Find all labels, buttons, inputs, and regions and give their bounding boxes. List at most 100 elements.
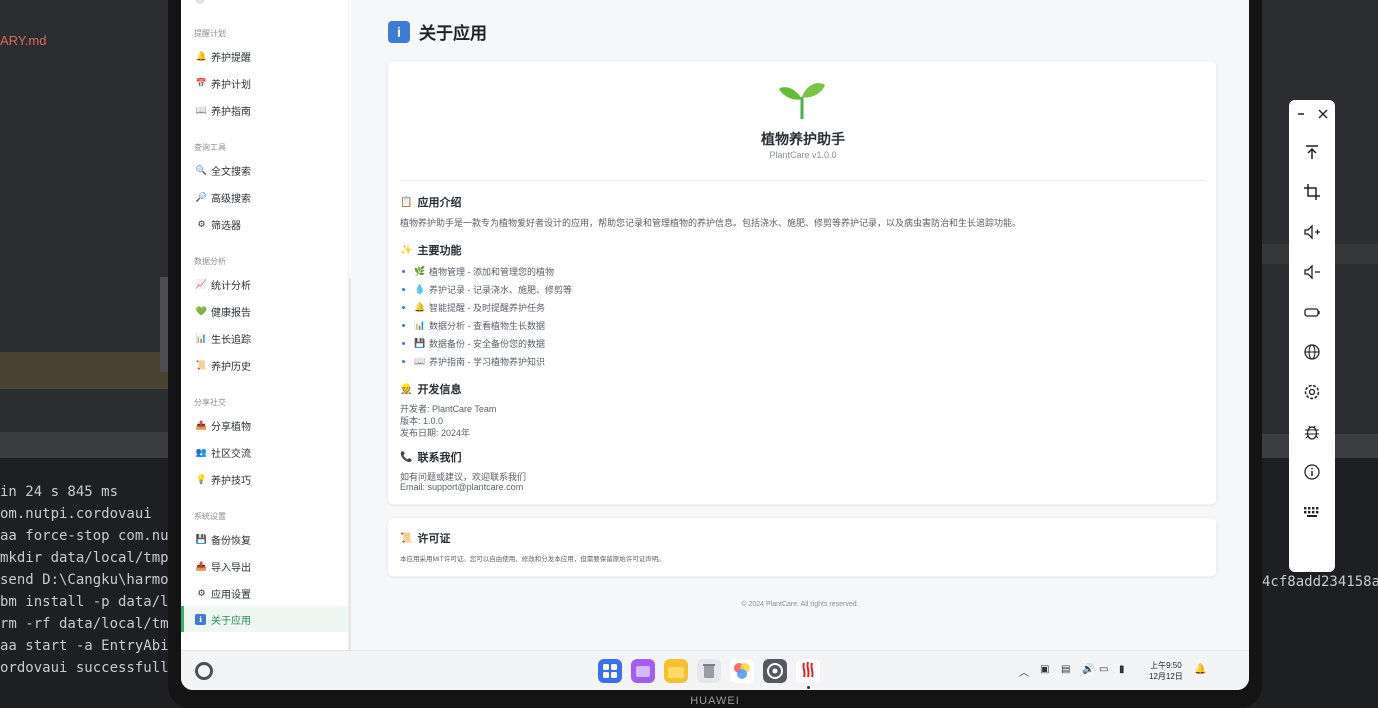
pin-top-button[interactable] — [1300, 140, 1324, 164]
terminal-line: mkdir data/local/tmp — [0, 550, 169, 566]
settings-icon[interactable] — [763, 659, 787, 683]
footer-copyright: © 2024 PlantCare. All rights reserved. — [741, 601, 859, 608]
license-heading: 📜 许可证 — [400, 530, 450, 546]
main-content: i 关于应用 植物养护助手 PlantCare v1.0.0 📋 应用介绍 植物… — [351, 0, 1249, 650]
crop-icon — [1304, 184, 1320, 200]
power-button[interactable] — [1300, 300, 1324, 324]
sidebar-item-care-tips[interactable]: 💡 养护技巧 — [181, 466, 348, 492]
minimize-icon[interactable] — [1296, 109, 1306, 119]
globe-icon — [1304, 344, 1320, 360]
ide-terminal-header — [0, 432, 170, 458]
info-icon: ℹ — [195, 613, 206, 625]
sidebar-section-title: 提醒计划 — [194, 29, 226, 38]
feature-text: 数据备份 - 安全备份您的数据 — [429, 339, 545, 349]
sidebar-item-label: 养护技巧 — [211, 475, 251, 487]
contact-email[interactable]: Email: support@plantcare.com — [400, 482, 523, 492]
bullet — [402, 306, 405, 309]
page-title-text: 关于应用 — [419, 24, 487, 43]
ide-scrollbar[interactable] — [160, 277, 168, 372]
export-icon: 📤 — [195, 560, 208, 571]
crop-button[interactable] — [1300, 180, 1324, 204]
terminal-line: rm -rf data/local/tm — [0, 616, 169, 632]
sidebar-item-filter[interactable]: ⚙ 筛选器 — [181, 211, 348, 237]
trash-icon[interactable] — [697, 659, 721, 683]
sidebar-item-backup-restore[interactable]: 💾 备份恢复 — [181, 526, 348, 552]
clock[interactable]: 上午9:50 12月12日 — [1149, 660, 1183, 682]
volume-down-button[interactable] — [1300, 260, 1324, 284]
sprout-icon — [779, 83, 825, 119]
gallery-icon[interactable] — [730, 659, 754, 683]
about-card: 植物养护助手 PlantCare v1.0.0 📋 应用介绍 植物养护助手是一款… — [387, 60, 1217, 505]
page-title: i 关于应用 — [388, 19, 487, 44]
clipboard-icon[interactable]: ▤ — [1061, 664, 1070, 675]
keyboard-button[interactable] — [1300, 500, 1324, 524]
sidebar-item-care-guide[interactable]: 📖 养护指南 — [181, 97, 348, 123]
bug-icon — [1305, 425, 1319, 440]
scroll-icon: 📜 — [400, 532, 413, 544]
power-icon — [1304, 308, 1320, 317]
sidebar-item-community[interactable]: 👥 社区交流 — [181, 439, 348, 465]
license-text: 本应用采用MIT许可证。您可以自由使用、修改和分发本应用，但需要保留原始许可证声… — [400, 556, 665, 563]
sidebar-section-title: 数据分析 — [194, 257, 226, 266]
bullet — [402, 324, 405, 327]
active-app-icon[interactable] — [796, 659, 820, 683]
contact-heading: 📞 联系我们 — [400, 449, 461, 465]
leaf-icon: 🌿 — [414, 266, 426, 276]
taskbar: ︿ ▣ ▤ 🔊 ▭ ▮ 上午9:50 12月12日 🔔 — [181, 650, 1249, 690]
sidebar-item-import-export[interactable]: 📤 导入导出 — [181, 553, 348, 579]
debug-button[interactable] — [1300, 420, 1324, 444]
save-icon: 💾 — [195, 533, 208, 544]
sidebar-item-app-settings[interactable]: ⚙ 应用设置 — [181, 580, 348, 606]
sidebar-item-advanced-search[interactable]: 🔎 高级搜索 — [181, 184, 348, 210]
sidebar: 提醒计划 🔔 养护提醒 📅 养护计划 📖 养护指南 查询工具 🔍 全文搜索 🔎 … — [181, 0, 349, 650]
sidebar-item-label: 备份恢复 — [211, 535, 251, 547]
divider — [400, 180, 1206, 181]
volume-up-button[interactable] — [1300, 220, 1324, 244]
advanced-search-icon: 🔎 — [195, 191, 208, 202]
device-frame: 提醒计划 🔔 养护提醒 📅 养护计划 📖 养护指南 查询工具 🔍 全文搜索 🔎 … — [168, 0, 1262, 708]
sidebar-item-label: 全文搜索 — [211, 166, 251, 178]
start-button[interactable] — [195, 662, 213, 680]
input-method-icon[interactable]: ▣ — [1040, 664, 1049, 675]
sidebar-item-label: 社区交流 — [211, 448, 251, 460]
app-grid-icon[interactable] — [598, 659, 622, 683]
globe-button[interactable] — [1300, 340, 1324, 364]
license-title: 许可证 — [417, 533, 451, 545]
phone-icon: 📞 — [400, 451, 413, 463]
sidebar-item-care-history[interactable]: 📜 养护历史 — [181, 352, 348, 378]
close-icon[interactable] — [1318, 109, 1328, 119]
feature-text: 养护指南 - 学习植物养护知识 — [429, 357, 545, 367]
sidebar-section-title: 分享社交 — [194, 398, 226, 407]
multitask-icon[interactable] — [631, 659, 655, 683]
features-title: 主要功能 — [417, 245, 462, 257]
feature-text: 数据分析 - 查看植物生长数据 — [429, 321, 545, 331]
sidebar-item-growth-tracking[interactable]: 📊 生长追踪 — [181, 325, 348, 351]
clipboard-icon: 📋 — [400, 196, 413, 208]
bullet — [402, 360, 405, 363]
sidebar-item-about[interactable]: ℹ 关于应用 — [181, 606, 348, 632]
info-button[interactable] — [1300, 460, 1324, 484]
device-brand: HUAWEI — [690, 695, 740, 707]
sidebar-item-share-plant[interactable]: 📤 分享植物 — [181, 412, 348, 438]
intro-text: 植物养护助手是一款专为植物爱好者设计的应用，帮助您记录和管理植物的养护信息。包括… — [400, 218, 1022, 228]
sidebar-item-label: 导入导出 — [211, 562, 251, 574]
sidebar-item-care-reminder[interactable]: 🔔 养护提醒 — [181, 43, 348, 69]
chart-icon: 📈 — [195, 278, 208, 289]
settings-button[interactable] — [1300, 380, 1324, 404]
terminal-line: bm install -p data/l — [0, 594, 169, 610]
volume-icon[interactable]: 🔊 — [1082, 664, 1094, 675]
ide-file-tab[interactable]: ARY.md — [0, 33, 47, 48]
sidebar-item-full-search[interactable]: 🔍 全文搜索 — [181, 157, 348, 183]
chevron-up-icon[interactable]: ︿ — [1019, 664, 1029, 679]
dev-info-heading: 👷 开发信息 — [400, 381, 461, 397]
sidebar-item-health-report[interactable]: 💚 健康报告 — [181, 298, 348, 324]
sidebar-item-care-plan[interactable]: 📅 养护计划 — [181, 70, 348, 96]
bar-chart-icon: 📊 — [414, 320, 426, 330]
app-version: PlantCare v1.0.0 — [769, 150, 837, 160]
files-icon[interactable] — [664, 659, 688, 683]
intro-title: 应用介绍 — [417, 197, 462, 209]
battery-icon[interactable]: ▮ — [1119, 664, 1125, 675]
network-icon[interactable]: ▭ — [1099, 664, 1108, 675]
notification-bell-icon[interactable]: 🔔 — [1194, 664, 1206, 675]
sidebar-item-statistics[interactable]: 📈 统计分析 — [181, 271, 348, 297]
